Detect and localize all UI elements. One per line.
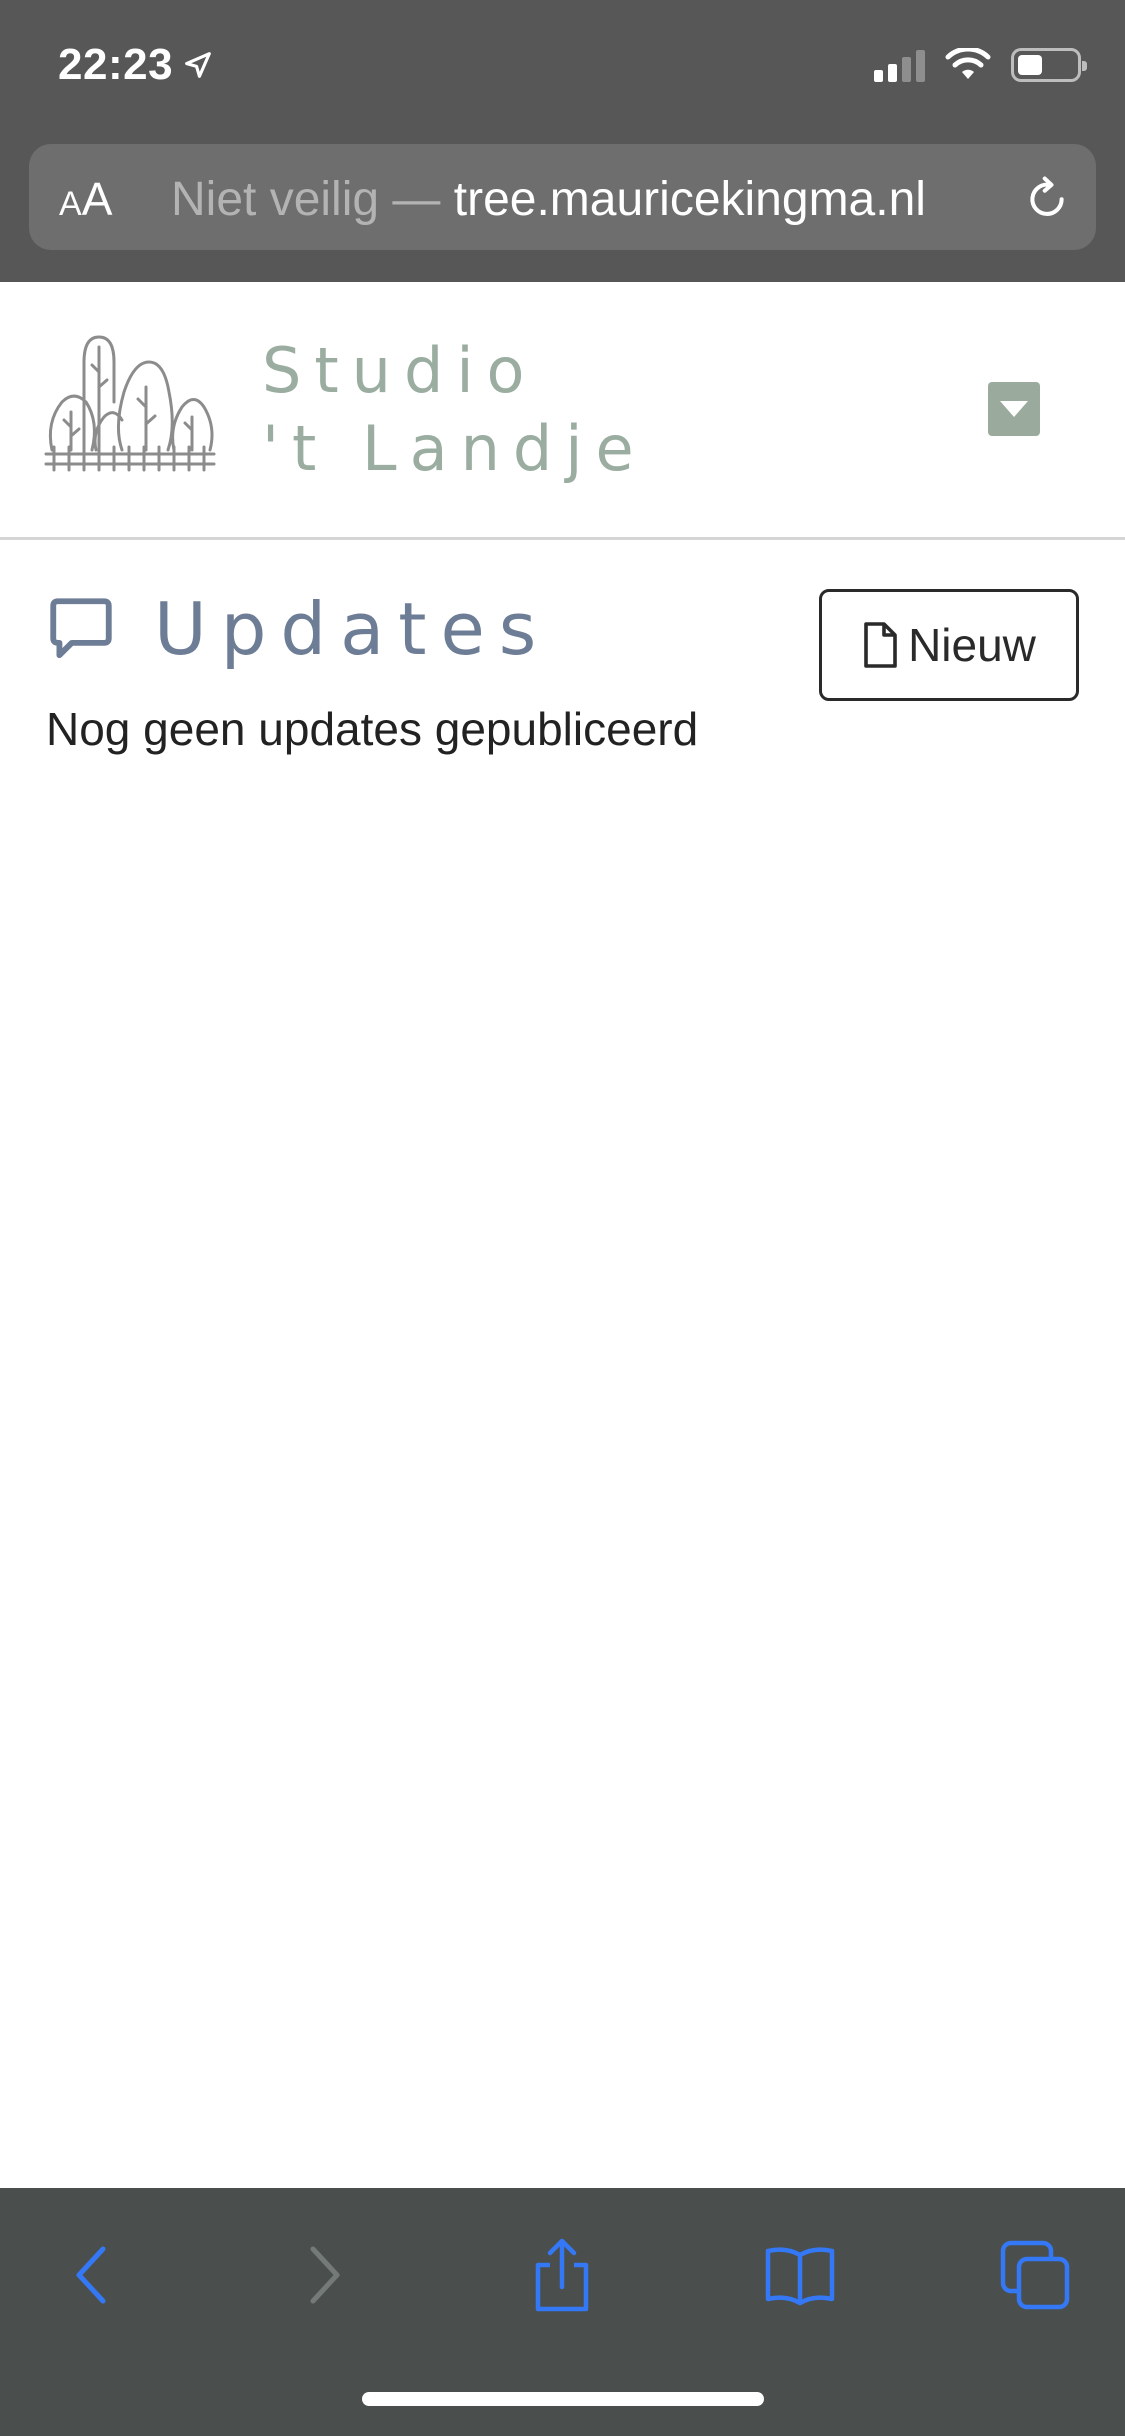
empty-state-message: Nog geen updates gepubliceerd <box>46 703 699 755</box>
chat-bubble-icon <box>50 598 112 659</box>
page-title: Updates <box>44 584 550 674</box>
battery-icon <box>1011 48 1087 82</box>
status-time-label: 22:23 <box>58 40 174 89</box>
bookmarks-button[interactable] <box>755 2230 845 2320</box>
trees-logo-icon[interactable] <box>44 332 216 472</box>
share-button[interactable] <box>517 2230 607 2320</box>
share-icon <box>535 2238 589 2312</box>
page-title-text: Updates <box>154 587 551 671</box>
browser-bottom-toolbar <box>0 2188 1125 2436</box>
url-security-label: Niet veilig — <box>171 173 454 226</box>
address-bar[interactable]: A A Niet veilig — tree.mauricekingma.nl <box>29 144 1096 250</box>
status-icons <box>874 48 1087 82</box>
wifi-icon <box>945 48 991 79</box>
brand-line-1: Studio <box>262 334 538 407</box>
new-update-button-label: Nieuw <box>908 619 1036 671</box>
url-text[interactable]: Niet veilig — tree.mauricekingma.nl <box>171 172 926 227</box>
forward-icon <box>310 2246 340 2304</box>
brand-line-2: 't Landje <box>262 412 647 485</box>
site-brand[interactable]: Studio 't Landje <box>262 332 647 488</box>
tabs-button[interactable] <box>990 2230 1080 2320</box>
bookmarks-icon <box>765 2247 835 2306</box>
document-icon <box>864 622 897 668</box>
browser-top-chrome: 22:23 A A Niet veilig — tree.mauriceking… <box>0 0 1125 282</box>
text-size-button[interactable]: A A <box>59 172 112 226</box>
reload-icon[interactable] <box>1020 170 1074 224</box>
menu-toggle-button[interactable] <box>988 382 1040 436</box>
forward-button[interactable] <box>280 2230 370 2320</box>
caret-down-icon <box>1000 401 1028 417</box>
url-host: tree.mauricekingma.nl <box>453 173 926 226</box>
back-button[interactable] <box>46 2230 136 2320</box>
cellular-signal-icon <box>874 48 925 82</box>
tabs-icon <box>1000 2240 1070 2310</box>
back-icon <box>76 2246 106 2304</box>
site-header: Studio 't Landje <box>0 282 1125 540</box>
home-indicator[interactable] <box>362 2392 764 2406</box>
status-time: 22:23 <box>58 40 215 90</box>
location-arrow-icon <box>185 52 211 78</box>
new-update-button[interactable]: Nieuw <box>819 589 1079 701</box>
